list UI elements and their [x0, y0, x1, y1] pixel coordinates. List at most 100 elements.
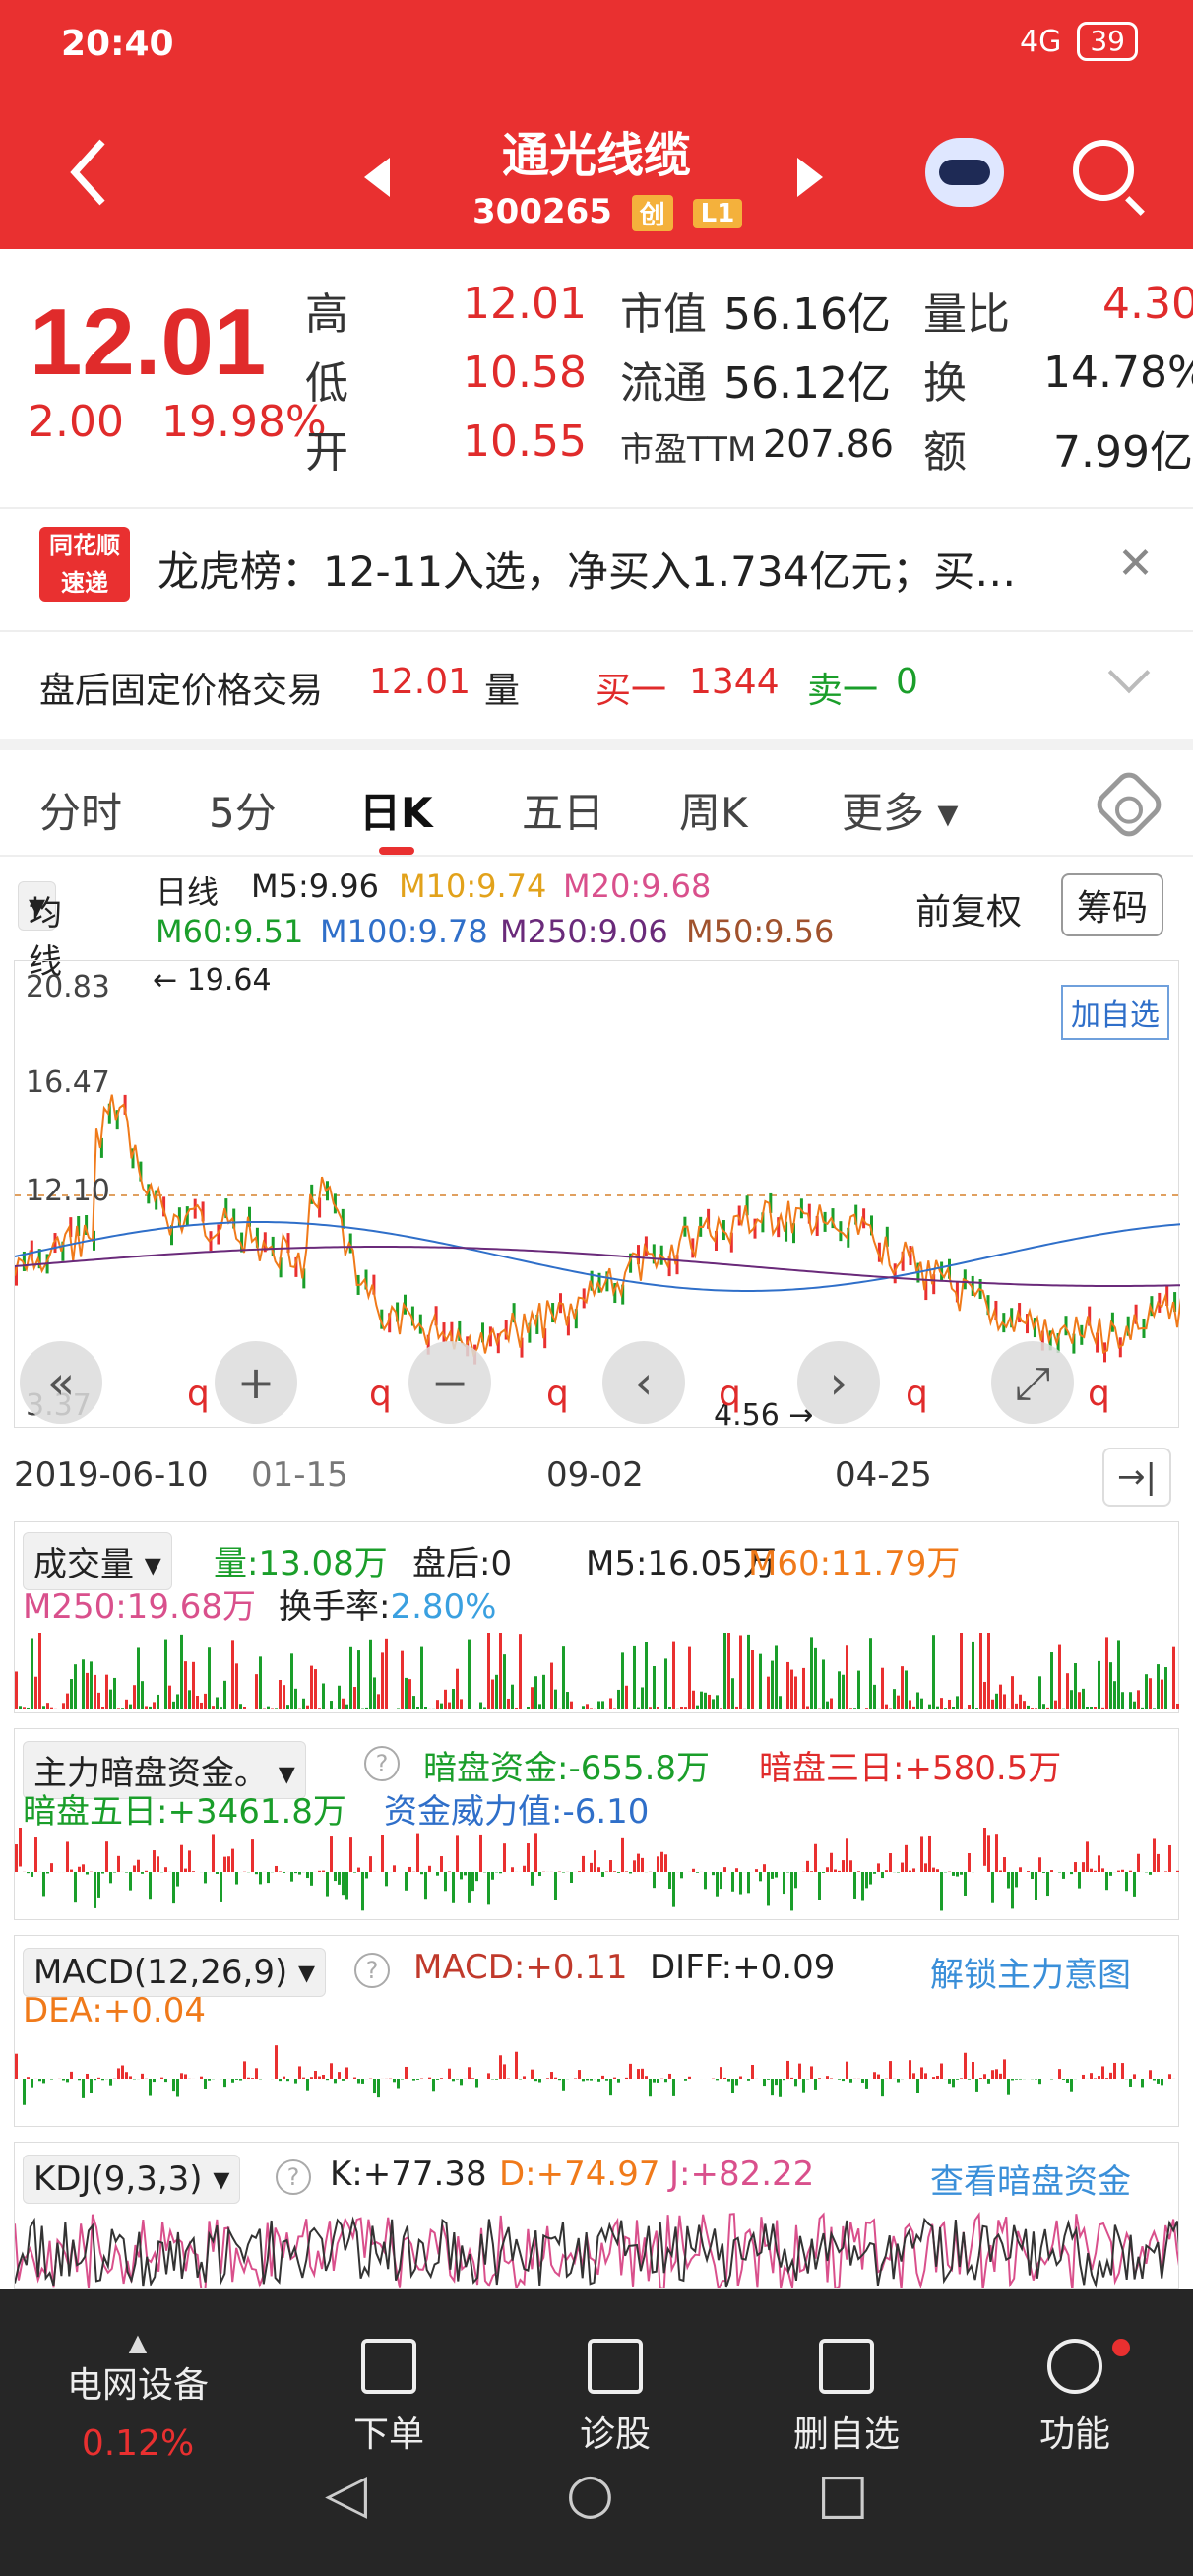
- indicator-bar: [590, 1708, 593, 1709]
- max-price-note: ← 19.64: [153, 963, 272, 998]
- jump-to-latest-icon[interactable]: →|: [1102, 1448, 1171, 1507]
- scroll-right-icon[interactable]: ›: [797, 1341, 880, 1424]
- indicator-bar: [538, 1872, 541, 1877]
- tab-intraday[interactable]: 分时: [39, 780, 122, 840]
- indicator-bar: [763, 1864, 766, 1872]
- help-icon[interactable]: ?: [354, 1948, 390, 1988]
- indicator-bar: [330, 2063, 333, 2079]
- news-banner[interactable]: 同花顺 速递 龙虎榜：12-11入选，净买入1.734亿元；买… ✕: [0, 507, 1193, 615]
- nav-remove-watch[interactable]: 删自选: [748, 2319, 945, 2457]
- kdj-selector[interactable]: KDJ(9,3,3) ▾: [23, 2155, 241, 2204]
- indicator-bar: [712, 1872, 715, 1876]
- nav-order[interactable]: 下单: [290, 2319, 487, 2457]
- news-text[interactable]: 龙虎榜：12-11入选，净买入1.734亿元；买…: [157, 539, 1016, 599]
- view-dark-fund-link[interactable]: 查看暗盘资金: [930, 2155, 1131, 2203]
- indicator-bar: [905, 1670, 908, 1709]
- indicator-bar: [428, 2077, 431, 2079]
- open-value: 10.55: [463, 417, 587, 467]
- indicator-bar: [948, 1699, 951, 1709]
- indicator-bar: [381, 1835, 384, 1872]
- add-to-watchlist-button[interactable]: 加自选: [1061, 985, 1169, 1040]
- indicator-bar: [810, 2066, 813, 2079]
- indicator-bar: [1125, 1872, 1128, 1892]
- indicator-bar: [176, 1872, 179, 1887]
- indicator-bar: [479, 1834, 482, 1872]
- tab-more[interactable]: 更多 ▾: [842, 780, 958, 840]
- indicator-bar: [672, 1872, 675, 1907]
- indicator-bar: [944, 1708, 947, 1709]
- scroll-left-fast-icon[interactable]: «: [20, 1341, 102, 1424]
- indicator-bar: [196, 1695, 199, 1709]
- indicator-bar: [50, 2079, 53, 2080]
- system-back-icon[interactable]: ◁: [325, 2462, 367, 2526]
- status-icons: 4G 39: [1020, 22, 1138, 61]
- zoom-out-icon[interactable]: −: [408, 1341, 491, 1424]
- ma-m20: M20:9.68: [563, 868, 712, 905]
- system-home-icon[interactable]: ○: [566, 2462, 614, 2526]
- tab-5min[interactable]: 5分: [209, 780, 277, 840]
- indicator-bar: [534, 1833, 537, 1872]
- indicator-bar: [1035, 1872, 1037, 1900]
- fullscreen-icon[interactable]: ⤢: [991, 1341, 1074, 1424]
- ma-selector[interactable]: 均线 ▾: [18, 881, 62, 982]
- indicator-bar: [987, 1633, 990, 1709]
- indicator-bar: [499, 1872, 502, 1874]
- help-icon[interactable]: ?: [364, 1741, 400, 1781]
- indicator-bar: [657, 2079, 659, 2083]
- unlock-intent-link[interactable]: 解锁主力意图: [930, 1948, 1131, 1996]
- ma-m5: M5:9.96: [251, 868, 379, 905]
- robot-assistant-icon[interactable]: [925, 138, 1004, 207]
- indicator-bar: [582, 2079, 585, 2082]
- dark-fund-panel[interactable]: 主力暗盘资金。 ▾ ? 暗盘资金:-655.8万 暗盘三日:+580.5万 暗盘…: [14, 1728, 1179, 1920]
- nav-functions[interactable]: 功能: [976, 2319, 1173, 2457]
- indicator-bar: [511, 1684, 514, 1709]
- indicator-bar: [814, 1647, 817, 1709]
- indicator-bar: [511, 1867, 514, 1872]
- tab-five-day[interactable]: 五日: [522, 780, 604, 840]
- adjust-mode[interactable]: 前复权: [915, 883, 1022, 934]
- after-hours-trade[interactable]: 盘后固定价格交易 12.01 量 买一 1344 卖一 0: [0, 630, 1193, 729]
- chip-button[interactable]: 筹码: [1061, 873, 1164, 936]
- indicator-bar: [609, 1698, 612, 1709]
- indicator-bar: [412, 2079, 415, 2081]
- tab-daily-k[interactable]: 日K: [359, 780, 433, 840]
- indicator-bar: [444, 1872, 447, 1892]
- dea-value: DEA:+0.04: [23, 1991, 206, 2030]
- indicator-bar: [1074, 1862, 1077, 1872]
- volume-panel[interactable]: 成交量 ▾ 量:13.08万 盘后:0 M5:16.05万 M60:11.79万…: [14, 1521, 1179, 1713]
- help-icon[interactable]: ?: [276, 2155, 311, 2195]
- nav-diagnose[interactable]: 诊股: [517, 2319, 714, 2457]
- indicator-bar: [810, 1871, 813, 1872]
- indicator-bar: [361, 1872, 364, 1911]
- indicator-bar: [956, 1872, 959, 1877]
- indicator-bar: [916, 1692, 919, 1709]
- indicator-bar: [739, 1872, 742, 1895]
- macd-panel[interactable]: MACD(12,26,9) ▾ ? MACD:+0.11 DIFF:+0.09 …: [14, 1935, 1179, 2127]
- macd-selector[interactable]: MACD(12,26,9) ▾: [23, 1948, 327, 1997]
- zoom-in-icon[interactable]: +: [215, 1341, 297, 1424]
- indicator-bar: [645, 2076, 648, 2079]
- indicator-bar: [101, 1707, 104, 1709]
- tab-weekly-k[interactable]: 周K: [679, 780, 748, 840]
- indicator-bar: [601, 1701, 604, 1709]
- indicator-bar: [125, 2072, 128, 2079]
- sector-indicator[interactable]: ▲ 电网设备 0.12%: [39, 2329, 236, 2464]
- indicator-bar: [444, 1689, 447, 1709]
- scroll-left-icon[interactable]: ‹: [602, 1341, 685, 1424]
- indicator-bar: [881, 1667, 884, 1709]
- next-stock-icon[interactable]: [797, 158, 823, 197]
- ma-m250: M250:9.06: [500, 913, 668, 950]
- chevron-down-icon[interactable]: [1107, 651, 1151, 694]
- indicator-bar: [153, 2079, 156, 2083]
- indicator-bar: [503, 1843, 506, 1872]
- search-icon[interactable]: [1073, 140, 1134, 201]
- indicator-bar: [570, 1872, 573, 1883]
- indicator-bar: [105, 1674, 108, 1709]
- indicator-bar: [751, 1650, 754, 1709]
- close-icon[interactable]: ✕: [1117, 539, 1154, 589]
- tab-more-label: 更多: [842, 789, 925, 837]
- system-recents-icon[interactable]: □: [817, 2462, 869, 2526]
- indicator-bar: [471, 2078, 474, 2079]
- kdj-panel[interactable]: KDJ(9,3,3) ▾ ? K:+77.38 D:+74.97 J:+82.2…: [14, 2142, 1179, 2289]
- indicator-bar: [842, 2079, 845, 2082]
